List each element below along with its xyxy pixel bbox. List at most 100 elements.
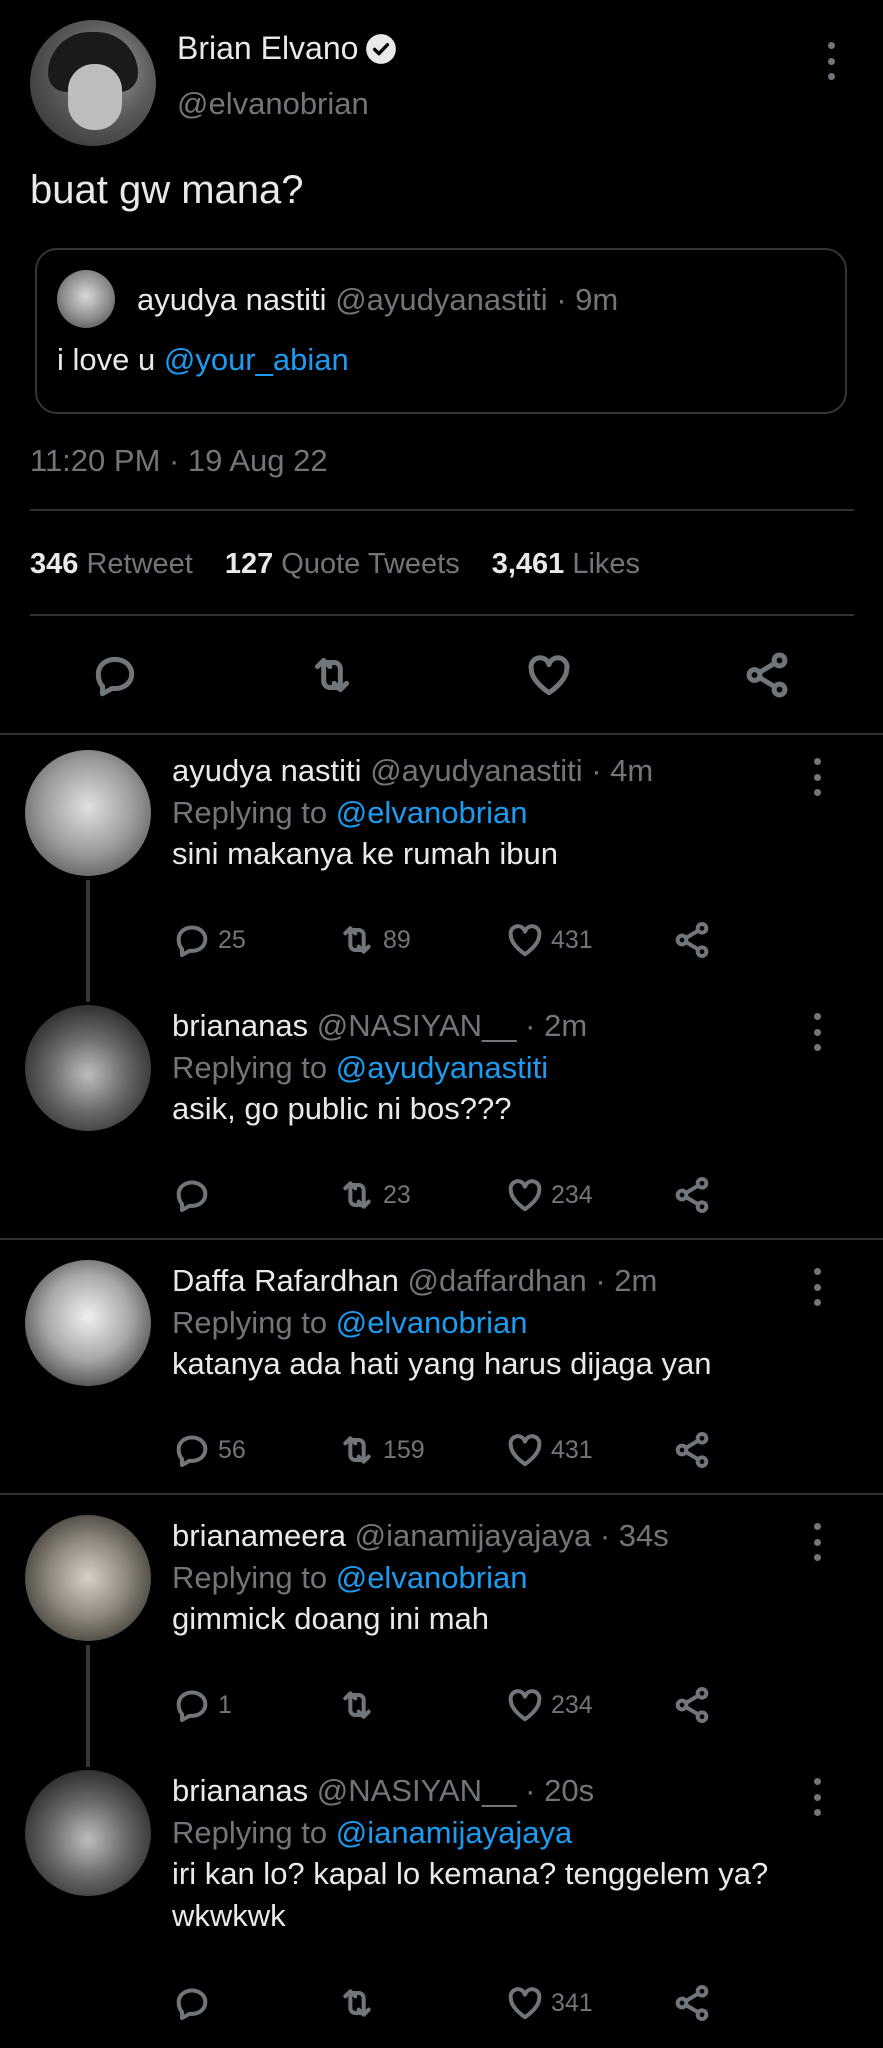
author-handle[interactable]: @elvanobrian [177,86,369,122]
avatar[interactable] [30,20,156,146]
retweets-label: Retweet [86,548,193,580]
reply-author-handle[interactable]: @NASIYAN__ [317,1773,517,1808]
retweet-count: 159 [383,1435,425,1464]
divider [0,1493,883,1495]
share-action[interactable] [672,1430,712,1470]
reply-action[interactable]: 56 [172,1430,246,1470]
quotes-count: 127 [224,548,274,580]
like-count: 234 [551,1690,593,1719]
avatar[interactable] [25,750,151,876]
share-action[interactable] [672,1685,712,1725]
retweet-icon[interactable] [307,650,357,700]
replying-to: Replying to @ianamijayajaya [172,1815,572,1851]
likes-count: 3,461 [491,548,565,580]
quoted-tweet-time: · 9m [556,282,619,317]
tweet-timestamp: 11:20 PM · 19 Aug 22 [30,443,328,478]
mention-link[interactable]: @your_abian [164,342,349,377]
quoted-tweet-text: i love u @your_abian [57,342,349,378]
retweet-action[interactable]: 23 [337,1175,411,1215]
replying-to-link[interactable]: @ianamijayajaya [336,1815,573,1850]
share-action[interactable] [672,1175,712,1215]
retweet-action[interactable] [337,1983,383,2023]
reply-actions: 341 [172,1983,732,2027]
quotes-stat[interactable]: 127 Quote Tweets [225,548,460,581]
like-action[interactable]: 431 [505,1430,593,1470]
like-action[interactable]: 431 [505,920,593,960]
retweet-action[interactable]: 159 [337,1430,425,1470]
more-icon[interactable] [810,1013,824,1051]
author-name[interactable]: Brian Elvano [177,30,398,67]
replying-to-label: Replying to [172,1050,328,1085]
reply-header: ayudya nastiti @ayudyanastiti · 4m [172,753,653,789]
more-icon[interactable] [810,1268,824,1306]
reply-text: sini makanya ke rumah ibun [172,836,558,871]
retweet-icon [337,1175,377,1215]
reply-author-handle[interactable]: @daffardhan [408,1263,587,1298]
share-action[interactable] [672,1983,712,2023]
main-tweet: Brian Elvano @elvanobrian buat gw mana? … [0,0,883,735]
avatar[interactable] [25,1515,151,1641]
share-icon[interactable] [742,650,792,700]
reply-action[interactable] [172,1175,218,1215]
like-count: 431 [551,925,593,954]
quoted-author-name: ayudya nastiti [137,282,327,317]
retweet-action[interactable] [337,1685,383,1725]
replying-to-link[interactable]: @elvanobrian [336,795,528,830]
likes-stat[interactable]: 3,461 Likes [492,548,640,581]
thread-line [86,1645,90,1767]
reply-author-handle[interactable]: @ayudyanastiti [370,753,582,788]
like-action[interactable]: 234 [505,1175,593,1215]
quoted-tweet-header: ayudya nastiti @ayudyanastiti · 9m [137,282,618,318]
reply-author-name[interactable]: Daffa Rafardhan [172,1263,399,1298]
divider [0,1238,883,1240]
reply-action[interactable]: 1 [172,1685,232,1725]
more-icon[interactable] [810,758,824,796]
reply-text: katanya ada hati yang harus dijaga yan [172,1346,712,1381]
like-icon[interactable] [524,650,574,700]
like-action[interactable]: 341 [505,1983,593,2023]
reply-author-handle[interactable]: @NASIYAN__ [317,1008,517,1043]
divider [0,733,883,735]
more-icon[interactable] [824,42,838,80]
tweet-text: buat gw mana? [30,168,304,212]
share-icon [672,920,712,960]
like-count: 431 [551,1435,593,1464]
replying-to: Replying to @elvanobrian [172,1560,527,1596]
reply-action[interactable]: 25 [172,920,246,960]
reply-author-name[interactable]: briananas [172,1008,308,1043]
more-icon[interactable] [810,1523,824,1561]
retweet-action[interactable]: 89 [337,920,411,960]
reply-time: · 20s [525,1773,595,1808]
reply-count: 1 [218,1690,232,1719]
reply-header: briananas @NASIYAN__ · 2m [172,1008,587,1044]
replying-to-link[interactable]: @elvanobrian [336,1560,528,1595]
like-count: 341 [551,1988,593,2017]
author-name-text[interactable]: Brian Elvano [177,30,358,67]
reply-author-name[interactable]: ayudya nastiti [172,753,362,788]
reply-author-name[interactable]: briananas [172,1773,308,1808]
reply-icon [172,1983,212,2023]
replying-to-link[interactable]: @ayudyanastiti [336,1050,548,1085]
avatar[interactable] [25,1260,151,1386]
tweet-actions [0,640,883,710]
replying-to: Replying to @ayudyanastiti [172,1050,548,1086]
avatar[interactable] [25,1005,151,1131]
reply-author-name[interactable]: brianameera [172,1518,346,1553]
reply-icon[interactable] [90,650,140,700]
reply-actions: 56 159 431 [172,1430,732,1474]
quoted-tweet[interactable]: ayudya nastiti @ayudyanastiti · 9m i lov… [35,248,847,414]
reply-icon [172,1685,212,1725]
more-icon[interactable] [810,1778,824,1816]
quoted-author-handle: @ayudyanastiti [335,282,548,317]
share-icon [672,1685,712,1725]
retweets-stat[interactable]: 346 Retweet [30,548,193,581]
avatar[interactable] [25,1770,151,1896]
reply-author-handle[interactable]: @ianamijayajaya [355,1518,592,1553]
share-action[interactable] [672,920,712,960]
retweet-icon [337,920,377,960]
replying-to-link[interactable]: @elvanobrian [336,1305,528,1340]
quotes-label: Quote Tweets [281,548,460,580]
like-action[interactable]: 234 [505,1685,593,1725]
reply-icon [172,1175,212,1215]
reply-action[interactable] [172,1983,218,2023]
